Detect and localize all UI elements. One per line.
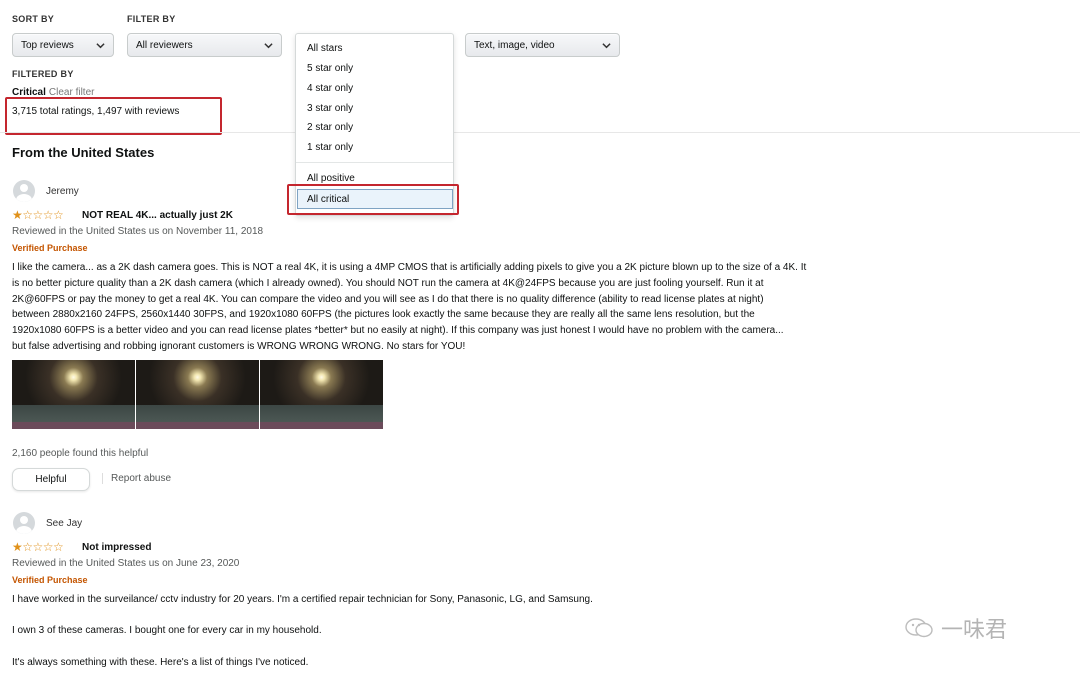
review-line: but false advertising and robbing ignora… xyxy=(12,340,466,352)
ratings-total: 3,715 total ratings, 1,497 with reviews xyxy=(12,106,184,117)
star-empty-icon: ☆☆☆☆ xyxy=(22,540,64,554)
star-empty-icon: ☆☆☆☆ xyxy=(22,208,64,222)
format-filter-value: Text, image, video xyxy=(474,39,555,51)
review-line: I have worked in the surveilance/ cctv i… xyxy=(12,594,593,605)
review-line: I own 3 of these cameras. I bought one f… xyxy=(12,625,322,636)
section-title: From the United States xyxy=(12,145,155,160)
format-filter-select[interactable]: Text, image, video xyxy=(465,33,620,57)
review-date: Reviewed in the United States us on Nove… xyxy=(12,226,264,237)
chat-bubble-icon xyxy=(905,618,933,638)
review-line: is no better picture quality than a 2K d… xyxy=(12,277,764,289)
verified-badge: Verified Purchase xyxy=(12,243,88,253)
report-abuse-link[interactable]: Report abuse xyxy=(102,473,171,484)
star-option-5[interactable]: 5 star only xyxy=(307,63,353,74)
review-date: Reviewed in the United States us on June… xyxy=(12,558,240,569)
chevron-down-icon xyxy=(601,40,611,50)
reviewer-name[interactable]: See Jay xyxy=(46,518,82,529)
reviewer-filter-value: All reviewers xyxy=(136,39,193,51)
sort-select[interactable]: Top reviews xyxy=(12,33,114,57)
review-line: 1920x1080 60FPS is a better video and yo… xyxy=(12,325,784,337)
watermark-text: 一味君 xyxy=(941,618,1008,643)
sort-select-value: Top reviews xyxy=(21,39,74,51)
clear-filter-link[interactable]: Clear filter xyxy=(49,87,95,98)
review-title[interactable]: NOT REAL 4K... actually just 2K xyxy=(82,210,233,221)
reviewer-name[interactable]: Jeremy xyxy=(46,186,79,197)
dropdown-divider xyxy=(296,162,453,163)
review-image-thumbnail[interactable] xyxy=(12,360,135,429)
review-image-thumbnail[interactable] xyxy=(136,360,259,429)
chevron-down-icon xyxy=(95,40,105,50)
review-body: I like the camera... as a 2K dash camera… xyxy=(12,260,912,355)
star-option-positive[interactable]: All positive xyxy=(307,173,355,184)
review-line: 2K@60FPS or pay the money to get a real … xyxy=(12,293,764,305)
watermark: 一味君 xyxy=(905,612,1007,644)
avatar xyxy=(13,180,35,202)
star-option-1[interactable]: 1 star only xyxy=(307,142,353,153)
filtered-by-label: FILTERED BY xyxy=(12,69,74,79)
star-option-all[interactable]: All stars xyxy=(307,43,343,54)
star-rating: ★☆☆☆☆ xyxy=(12,208,64,222)
star-option-3[interactable]: 3 star only xyxy=(307,103,353,114)
star-filled-icon: ★ xyxy=(12,208,23,222)
review-line: It's always something with these. Here's… xyxy=(12,657,309,668)
active-filter-value: Critical xyxy=(12,87,46,98)
avatar xyxy=(13,512,35,534)
review-line: between 2880x2160 24FPS, 2560x1440 30FPS… xyxy=(12,309,755,321)
star-filled-icon: ★ xyxy=(12,540,23,554)
filter-by-label: FILTER BY xyxy=(127,14,176,24)
verified-badge: Verified Purchase xyxy=(12,575,88,585)
star-rating: ★☆☆☆☆ xyxy=(12,540,64,554)
chevron-down-icon xyxy=(263,40,273,50)
star-option-4[interactable]: 4 star only xyxy=(307,83,353,94)
helpful-button[interactable]: Helpful xyxy=(12,468,90,491)
review-image-thumbnail[interactable] xyxy=(260,360,383,429)
review-title[interactable]: Not impressed xyxy=(82,542,151,553)
active-filter: Critical Clear filter xyxy=(12,87,94,98)
review-line: I like the camera... as a 2K dash camera… xyxy=(12,262,807,273)
helpful-count: 2,160 people found this helpful xyxy=(12,448,149,459)
sort-by-label: SORT BY xyxy=(12,14,55,24)
star-option-2[interactable]: 2 star only xyxy=(307,122,353,133)
star-option-critical[interactable]: All critical xyxy=(297,189,453,209)
divider xyxy=(0,132,1080,133)
reviewer-filter-select[interactable]: All reviewers xyxy=(127,33,282,57)
